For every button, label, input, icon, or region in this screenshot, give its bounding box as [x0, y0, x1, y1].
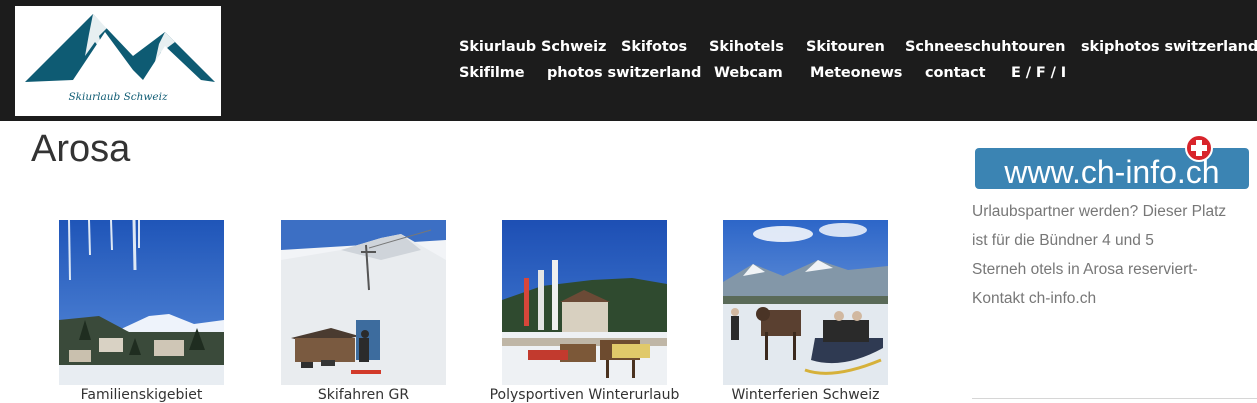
nav-photos-switzerland[interactable]: photos switzerland [547, 65, 701, 81]
nav-language-switch[interactable]: E / F / I [1011, 65, 1066, 81]
nav-schneeschuhtouren[interactable]: Schneeschuhtouren [905, 39, 1065, 55]
sidebar-line: Kontakt ch-info.ch [972, 290, 1097, 307]
nav-skitouren[interactable]: Skitouren [806, 39, 885, 55]
banner-text: www.ch-info.ch [1003, 154, 1219, 190]
gallery-item[interactable]: Winterferien Schweiz [723, 220, 888, 403]
gallery-item[interactable]: Polysportiven Winterurlaub [490, 220, 679, 403]
logo-text: Skiurlaub Schweiz [68, 91, 168, 103]
arosa-village-icicles-image[interactable] [59, 220, 224, 385]
gallery-caption[interactable]: Polysportiven Winterurlaub [462, 387, 707, 403]
site-header: Skiurlaub Schweiz Skiurlaub Schweiz Skif… [0, 0, 1257, 121]
site-logo[interactable]: Skiurlaub Schweiz [15, 6, 221, 116]
ski-slope-hut-image[interactable] [281, 220, 446, 385]
nav-skiphotos-switzerland[interactable]: skiphotos switzerland [1081, 39, 1257, 55]
nav-skiurlaub-schweiz[interactable]: Skiurlaub Schweiz [459, 39, 606, 55]
nav-webcam[interactable]: Webcam [714, 65, 783, 81]
gallery-item[interactable]: Familienskigebiet [59, 220, 224, 403]
arosa-church-horses-image[interactable] [502, 220, 667, 385]
horse-sleigh-ride-image[interactable] [723, 220, 888, 385]
nav-skifotos[interactable]: Skifotos [621, 39, 687, 55]
sidebar-divider [972, 398, 1257, 399]
page-title: Arosa [31, 128, 131, 170]
nav-contact[interactable]: contact [925, 65, 986, 81]
gallery-caption[interactable]: Winterferien Schweiz [683, 387, 928, 403]
nav-skifilme[interactable]: Skifilme [459, 65, 525, 81]
sidebar-line: ist für die Bündner 4 und 5 [972, 232, 1154, 249]
sidebar-line: Sterneh otels in Arosa reserviert- [972, 261, 1198, 278]
sidebar-partner-text: Urlaubspartner werden? Dieser Platz ist … [972, 197, 1252, 313]
gallery-caption[interactable]: Familienskigebiet [19, 387, 264, 403]
swiss-cross-icon [1185, 134, 1213, 162]
nav-meteonews[interactable]: Meteonews [810, 65, 902, 81]
mountain-logo-icon: Skiurlaub Schweiz [25, 14, 215, 103]
gallery-caption[interactable]: Skifahren GR [241, 387, 486, 403]
sidebar-line: Urlaubspartner werden? Dieser Platz [972, 203, 1227, 220]
gallery-item[interactable]: Skifahren GR [281, 220, 446, 403]
nav-skihotels[interactable]: Skihotels [709, 39, 784, 55]
ch-info-banner[interactable]: www.ch-info.ch [973, 134, 1251, 191]
